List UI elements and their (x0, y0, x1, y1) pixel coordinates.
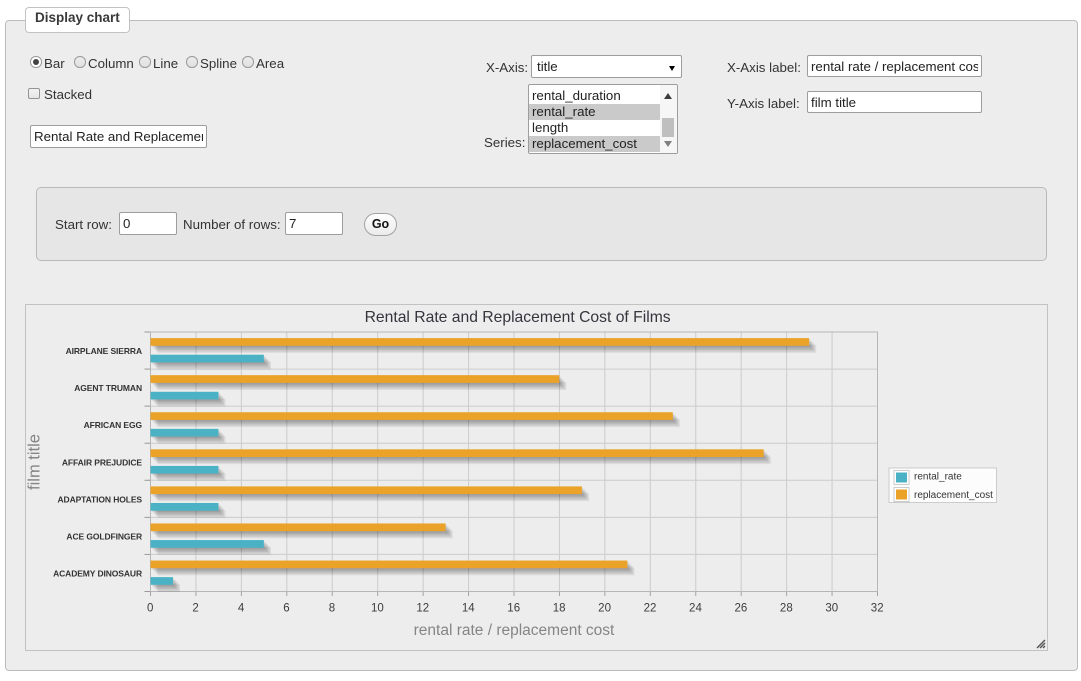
svg-text:10: 10 (371, 603, 384, 615)
svg-text:28: 28 (780, 603, 793, 615)
svg-text:2: 2 (192, 603, 198, 615)
svg-text:30: 30 (825, 603, 838, 615)
svg-text:rental rate / replacement cost: rental rate / replacement cost (414, 622, 615, 639)
svg-text:6: 6 (283, 603, 289, 615)
svg-text:replacement_cost: replacement_cost (914, 490, 993, 501)
svg-text:rental_rate: rental_rate (914, 472, 962, 483)
svg-text:20: 20 (598, 603, 611, 615)
svg-text:ACADEMY DINOSAUR: ACADEMY DINOSAUR (53, 568, 142, 578)
svg-text:16: 16 (507, 603, 520, 615)
svg-text:AFFAIR PREJUDICE: AFFAIR PREJUDICE (62, 457, 143, 467)
svg-text:24: 24 (689, 603, 702, 615)
svg-text:4: 4 (238, 603, 245, 615)
svg-text:AGENT TRUMAN: AGENT TRUMAN (74, 383, 142, 393)
svg-text:14: 14 (462, 603, 475, 615)
svg-text:8: 8 (329, 603, 335, 615)
svg-text:ADAPTATION HOLES: ADAPTATION HOLES (58, 494, 143, 504)
svg-text:18: 18 (553, 603, 566, 615)
svg-text:Rental Rate and Replacement Co: Rental Rate and Replacement Cost of Film… (365, 309, 671, 326)
svg-text:AIRPLANE SIERRA: AIRPLANE SIERRA (66, 346, 142, 356)
svg-text:film title: film title (26, 434, 44, 490)
svg-text:26: 26 (734, 603, 747, 615)
svg-text:AFRICAN EGG: AFRICAN EGG (84, 420, 143, 430)
svg-text:22: 22 (644, 603, 657, 615)
svg-text:0: 0 (147, 603, 153, 615)
svg-text:12: 12 (416, 603, 429, 615)
svg-text:32: 32 (871, 603, 884, 615)
svg-text:ACE GOLDFINGER: ACE GOLDFINGER (66, 531, 142, 541)
